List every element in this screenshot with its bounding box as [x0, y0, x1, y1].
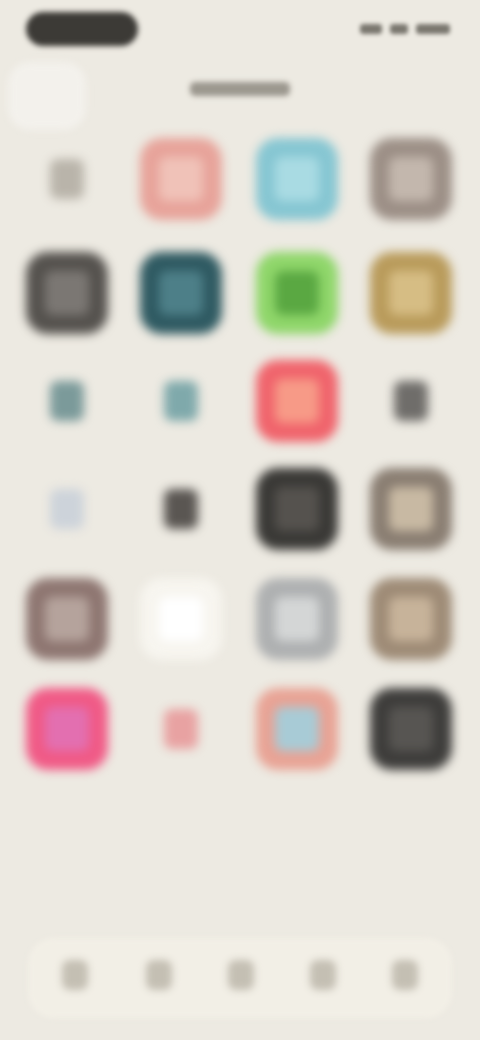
app-icon-r2c1[interactable]: [26, 252, 108, 334]
app-icon-r4c2-glyph-icon: [164, 489, 198, 529]
app-icon-r3c3-glyph-icon: [275, 379, 319, 423]
dynamic-island: [26, 12, 138, 46]
wifi-icon: [390, 24, 408, 34]
app-icon-r3c4[interactable]: [370, 360, 452, 442]
app-icon-r6c1-glyph-icon: [45, 707, 89, 751]
app-icon-r3c3[interactable]: [256, 360, 338, 442]
dock-icon-2[interactable]: [146, 960, 172, 990]
app-icon-r1c4-glyph-icon: [389, 157, 433, 201]
app-icon-r5c1-glyph-icon: [45, 597, 89, 641]
app-icon-r1c3[interactable]: [256, 138, 338, 220]
app-icon-r3c4-glyph-icon: [394, 381, 428, 421]
app-icon-r2c2[interactable]: [140, 252, 222, 334]
page-title-text: [190, 82, 290, 96]
app-icon-r6c1[interactable]: [26, 688, 108, 770]
app-icon-r6c4-glyph-icon: [389, 707, 433, 751]
app-icon-r1c2[interactable]: [140, 138, 222, 220]
app-icon-r2c4-glyph-icon: [389, 271, 433, 315]
app-icon-r6c3[interactable]: [256, 688, 338, 770]
app-icon-r3c1[interactable]: [26, 360, 108, 442]
dock-icon-5[interactable]: [392, 960, 418, 990]
app-icon-r1c1-glyph-icon: [50, 159, 84, 199]
status-bar: [0, 0, 480, 60]
dock-icon-1[interactable]: [62, 960, 88, 990]
app-icon-r3c2[interactable]: [140, 360, 222, 442]
app-icon-r2c1-glyph-icon: [45, 271, 89, 315]
app-icon-r5c4-glyph-icon: [389, 597, 433, 641]
corner-widget[interactable]: [8, 62, 86, 130]
status-icons: [354, 22, 450, 36]
dock-icon-4[interactable]: [310, 960, 336, 990]
app-icon-r4c1-glyph-icon: [50, 489, 84, 529]
app-icon-r5c2-glyph-icon: [159, 597, 203, 641]
app-icon-r2c3[interactable]: [256, 252, 338, 334]
app-icon-r5c4[interactable]: [370, 578, 452, 660]
app-icon-r4c2[interactable]: [140, 468, 222, 550]
app-icon-r6c4[interactable]: [370, 688, 452, 770]
signal-icon: [360, 24, 382, 34]
app-icon-r5c3[interactable]: [256, 578, 338, 660]
app-icon-r4c4[interactable]: [370, 468, 452, 550]
app-icon-r2c4[interactable]: [370, 252, 452, 334]
app-icon-r6c3-glyph-icon: [275, 707, 319, 751]
app-icon-r1c2-glyph-icon: [159, 157, 203, 201]
app-icon-r5c2[interactable]: [140, 578, 222, 660]
app-icon-r4c3-glyph-icon: [275, 487, 319, 531]
app-icon-r2c2-glyph-icon: [159, 271, 203, 315]
app-icon-r1c1[interactable]: [26, 138, 108, 220]
app-icon-r3c1-glyph-icon: [50, 381, 84, 421]
app-icon-r5c3-glyph-icon: [275, 597, 319, 641]
app-icon-r4c3[interactable]: [256, 468, 338, 550]
app-icon-r3c2-glyph-icon: [164, 381, 198, 421]
app-icon-r2c3-glyph-icon: [275, 271, 319, 315]
page-title: [186, 78, 294, 100]
app-icon-r4c4-glyph-icon: [389, 487, 433, 531]
app-icon-r4c1[interactable]: [26, 468, 108, 550]
app-icon-r1c3-glyph-icon: [275, 157, 319, 201]
app-icon-r6c2[interactable]: [140, 688, 222, 770]
dock-icon-3[interactable]: [228, 960, 254, 990]
app-icon-r6c2-glyph-icon: [164, 709, 198, 749]
app-icon-r5c1[interactable]: [26, 578, 108, 660]
app-icon-r1c4[interactable]: [370, 138, 452, 220]
battery-icon: [416, 24, 450, 34]
